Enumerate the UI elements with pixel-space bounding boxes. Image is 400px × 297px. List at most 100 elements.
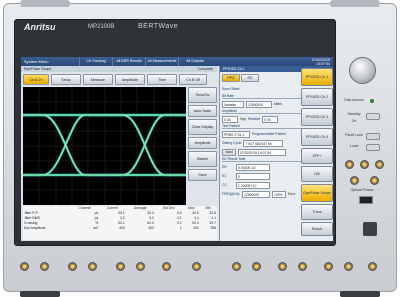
panel-lock-button[interactable] [366, 133, 380, 140]
ppg-ed-ch4-button[interactable]: PPG/ED Ch 4 [301, 128, 333, 146]
trans-button[interactable]: Trans [301, 204, 333, 220]
power-button[interactable] [363, 222, 377, 236]
eye-traces-dense [23, 115, 186, 175]
panel-lock-label: Panel Lock [341, 133, 367, 137]
ppg-ed-ch3-button[interactable]: PPG/ED Ch 3 [301, 108, 333, 126]
oe-button[interactable]: O/E [301, 166, 333, 182]
sma-port[interactable] [278, 262, 287, 271]
eye-diagram-plot[interactable] [23, 87, 186, 205]
gating-cycle-field[interactable]: 7 547 483 647 bit [243, 140, 283, 147]
chassis-handle-left [20, 0, 70, 7]
start-button[interactable]: Start [222, 149, 236, 156]
clear-display-button[interactable]: Clear Display [188, 119, 217, 135]
sma-port[interactable] [345, 160, 354, 169]
sma-port[interactable] [68, 262, 77, 271]
sma-port[interactable] [116, 262, 125, 271]
sma-port[interactable] [344, 262, 353, 271]
ch-b-button[interactable]: Ch B Off [179, 74, 207, 85]
cc-value: 1.2000E+10 [236, 182, 270, 189]
measurement-table: Channel Current Average Std Dev Max Min … [23, 206, 217, 240]
marker-button[interactable]: Marker [188, 151, 217, 167]
system-menu-button[interactable]: System Menu [21, 59, 79, 64]
sma-port[interactable] [40, 262, 49, 271]
amplitude-side-button[interactable]: Amplitude [188, 137, 217, 149]
ec-value: 0 [236, 173, 270, 180]
sma-port[interactable] [360, 160, 369, 169]
sfp-button[interactable]: SFP+ [301, 148, 333, 164]
local-label: Local [341, 144, 367, 148]
amplitude-field[interactable]: 0.40 [222, 116, 238, 123]
er-label: ER [222, 165, 234, 169]
tab-all-outputs[interactable]: All Outputs [178, 57, 211, 66]
auto-scale-button[interactable]: Auto Scale [188, 105, 217, 117]
local-button[interactable] [366, 144, 380, 151]
sma-port[interactable] [20, 262, 29, 271]
function-buttons: PPG/ED Ch 1 PPG/ED Ch 2 PPG/ED Ch 3 PPG/… [301, 68, 333, 238]
top-menu-bar: System Menu Ch Tracking All BER Results … [21, 57, 333, 66]
sma-port[interactable] [162, 262, 171, 271]
bitrate-unit: kbit/s [274, 102, 282, 106]
ec-label: EC [222, 174, 234, 178]
table-row[interactable]: Eye Amplitude mV 400 400 1 402 398 [23, 226, 217, 231]
row-label: Eye Amplitude [23, 226, 70, 231]
sma-port[interactable] [232, 262, 241, 271]
sma-port[interactable] [252, 262, 261, 271]
clock: 07/02/2019 14:07:54 [312, 58, 333, 66]
tab-ed[interactable]: ED [241, 74, 259, 82]
amplitude-button[interactable]: Amplitude [115, 74, 145, 85]
chassis-foot-left [20, 291, 60, 297]
touch-screen: System Menu Ch Tracking All BER Results … [21, 57, 333, 241]
sma-port[interactable] [324, 262, 333, 271]
gating-label: Gating Cycle [222, 141, 241, 145]
eye-traces [23, 115, 186, 175]
result-button[interactable]: Result [301, 222, 333, 236]
test-pattern-field[interactable]: PRBS 2^31-1 [222, 131, 250, 138]
relative-field[interactable]: 0.00 [262, 116, 278, 123]
sma-port[interactable] [192, 262, 201, 271]
sma-port[interactable] [368, 262, 377, 271]
disk-access-label: Disk Access [340, 98, 368, 102]
on-label: On [342, 119, 366, 123]
ppg-ed-ch1-button[interactable]: PPG/ED Ch 1 [301, 68, 333, 86]
tab-all-measurements[interactable]: All Measurements [145, 57, 178, 66]
freq-value: 12500000 [242, 191, 270, 198]
tab-ppg[interactable]: PPG [222, 74, 240, 82]
cc-label: CC [222, 183, 234, 187]
product-name: BERTWave [138, 23, 178, 30]
ch-a-button[interactable]: Ch A Ch [23, 74, 49, 85]
clock-date: 07/02/2019 [312, 58, 330, 62]
sma-port[interactable] [350, 176, 359, 185]
relative-label: Relative [248, 117, 260, 121]
freq-label: FREQ(kHz) [222, 192, 240, 196]
model-number: MP2100B [88, 24, 114, 30]
sma-port[interactable] [298, 262, 307, 271]
usb-port[interactable] [359, 196, 373, 204]
cell: 400 [126, 226, 155, 231]
setup-button[interactable]: Setup [51, 74, 81, 85]
sma-port[interactable] [375, 160, 384, 169]
plot-grid [23, 87, 186, 205]
programmable-pattern-label: Programmable Pattern [252, 132, 286, 136]
ppg-ed-ch2-button[interactable]: PPG/ED Ch 2 [301, 88, 333, 106]
error-rate-value: 100% [272, 191, 286, 198]
bitrate-field[interactable]: 12500000 [246, 101, 272, 108]
start-datetime-field: 07/02/2019 14:07:54 [238, 149, 286, 156]
time-div-button[interactable]: Time/Div [188, 87, 217, 103]
tab-ch-tracking[interactable]: Ch Tracking [79, 57, 112, 66]
scope-title: Eye/Pulse Scope [24, 67, 51, 71]
sma-port[interactable] [370, 176, 379, 185]
variable-field[interactable]: Variable [222, 101, 244, 108]
sma-port[interactable] [88, 262, 97, 271]
save-button[interactable]: Save [188, 169, 217, 181]
clock-time: 14:07:54 [312, 62, 330, 66]
er-value: 0.0000E-10 [236, 164, 270, 171]
sma-port[interactable] [136, 262, 145, 271]
measure-button[interactable]: Measure [83, 74, 113, 85]
tab-all-ber-results[interactable]: All BER Results [112, 57, 145, 66]
time-button[interactable]: Time [147, 74, 177, 85]
standby-button[interactable] [366, 113, 380, 120]
eye-pulse-scope-button[interactable]: Eye/Pulse Scope [301, 184, 333, 202]
brand-logo: Anritsu [24, 22, 56, 32]
rotary-knob[interactable] [349, 57, 376, 84]
connector-row [12, 252, 388, 284]
